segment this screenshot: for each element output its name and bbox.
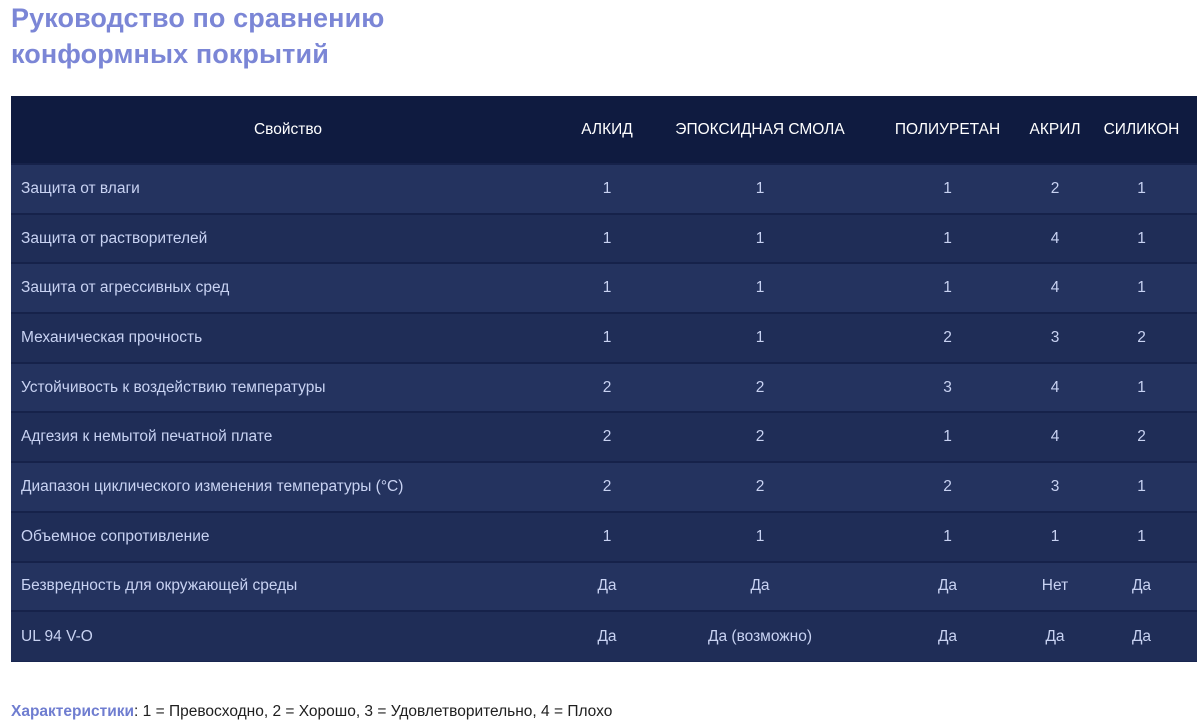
cell-silicone: 1 xyxy=(1137,527,1146,545)
cell-silicone: 1 xyxy=(1137,229,1146,247)
cell-acrylic: 2 xyxy=(1050,179,1060,197)
cell-alkyd: 2 xyxy=(602,428,612,446)
row-property: Механическая прочность xyxy=(21,328,203,346)
table-row: Защита от растворителей 1 1 1 4 1 xyxy=(11,213,1197,264)
legend-text: : 1 = Превосходно, 2 = Хорошо, 3 = Удовл… xyxy=(134,703,613,720)
table-row: Адгезия к немытой печатной плате 2 2 1 4… xyxy=(11,412,1197,463)
cell-silicone: 1 xyxy=(1137,378,1146,396)
row-property: Безвредность для окружающей среды xyxy=(21,577,298,595)
table-body: Защита от влаги 1 1 1 2 1 Защита от раст… xyxy=(11,164,1197,661)
cell-silicone: 1 xyxy=(1137,179,1146,197)
cell-alkyd: 1 xyxy=(602,279,612,297)
row-property: Устойчивость к воздействию температуры xyxy=(21,378,326,396)
cell-polyurethane: 1 xyxy=(943,428,952,446)
cell-acrylic: Нет xyxy=(1041,577,1069,595)
cell-polyurethane: 1 xyxy=(943,229,952,247)
table-row: Защита от агрессивных сред 1 1 1 4 1 xyxy=(11,263,1197,314)
cell-polyurethane: Да xyxy=(937,627,958,645)
table-header: Свойство АЛКИД ЭПОКСИДНАЯ СМОЛА ПОЛИУРЕТ… xyxy=(11,96,1197,164)
cell-epoxy: 1 xyxy=(755,229,765,247)
table-row: Защита от влаги 1 1 1 2 1 xyxy=(11,164,1197,214)
cell-epoxy: 1 xyxy=(755,328,765,346)
cell-epoxy: 1 xyxy=(755,279,765,297)
cell-alkyd: 2 xyxy=(602,477,612,495)
cell-epoxy: 2 xyxy=(755,477,765,495)
cell-polyurethane: 1 xyxy=(943,527,952,545)
page-title-line-1: Руководство по сравнению xyxy=(11,3,385,33)
table-row: Диапазон циклического изменения температ… xyxy=(11,462,1197,512)
comparison-table-container: Свойство АЛКИД ЭПОКСИДНАЯ СМОЛА ПОЛИУРЕТ… xyxy=(11,96,1197,662)
page-title-line-2: конформных покрытий xyxy=(11,39,329,69)
table-row: Объемное сопротивление 1 1 1 1 1 xyxy=(11,511,1197,562)
cell-acrylic: 4 xyxy=(1050,378,1060,396)
cell-acrylic: 4 xyxy=(1050,428,1060,446)
row-property: UL 94 V-O xyxy=(21,627,93,645)
row-property: Защита от влаги xyxy=(21,179,140,197)
cell-silicone: 2 xyxy=(1137,328,1146,346)
cell-polyurethane: 2 xyxy=(943,328,952,346)
table-header-row: Свойство АЛКИД ЭПОКСИДНАЯ СМОЛА ПОЛИУРЕТ… xyxy=(11,96,1197,164)
legend-label: Характеристики xyxy=(11,703,135,720)
header-polyurethane: ПОЛИУРЕТАН xyxy=(894,120,1001,138)
cell-alkyd: 2 xyxy=(602,378,612,396)
cell-acrylic: 4 xyxy=(1050,229,1060,247)
cell-acrylic: 4 xyxy=(1050,279,1060,297)
comparison-table: Свойство АЛКИД ЭПОКСИДНАЯ СМОЛА ПОЛИУРЕТ… xyxy=(11,96,1197,661)
cell-silicone: Да xyxy=(1131,577,1152,595)
table-row: UL 94 V-O Да Да (возможно) Да Да Да xyxy=(11,611,1197,661)
cell-acrylic: Да xyxy=(1045,627,1065,645)
cell-polyurethane: 1 xyxy=(943,179,952,197)
cell-alkyd: Да xyxy=(597,627,617,645)
cell-alkyd: 1 xyxy=(602,229,612,247)
cell-epoxy: Да xyxy=(750,577,770,595)
header-acrylic: АКРИЛ xyxy=(1029,120,1081,138)
cell-epoxy: 2 xyxy=(755,378,765,396)
header-silicone: СИЛИКОН xyxy=(1103,120,1180,138)
cell-alkyd: 1 xyxy=(602,179,612,197)
cell-acrylic: 3 xyxy=(1050,328,1060,346)
cell-alkyd: Да xyxy=(597,577,617,595)
cell-silicone: 2 xyxy=(1137,428,1146,446)
row-property: Защита от агрессивных сред xyxy=(21,279,230,297)
cell-alkyd: 1 xyxy=(602,328,612,346)
row-property: Защита от растворителей xyxy=(21,229,208,247)
cell-acrylic: 1 xyxy=(1050,527,1060,545)
row-property: Диапазон циклического изменения температ… xyxy=(21,477,404,495)
cell-epoxy: 1 xyxy=(755,179,765,197)
cell-polyurethane: Да xyxy=(937,577,958,595)
row-property: Объемное сопротивление xyxy=(21,527,210,545)
cell-polyurethane: 3 xyxy=(943,378,952,396)
table-row: Механическая прочность 1 1 2 3 2 xyxy=(11,313,1197,363)
row-property: Адгезия к немытой печатной плате xyxy=(21,428,273,446)
cell-silicone: Да xyxy=(1131,627,1152,645)
table-row: Безвредность для окружающей среды Да Да … xyxy=(11,561,1197,612)
table-row: Устойчивость к воздействию температуры 2… xyxy=(11,362,1197,413)
cell-epoxy: 2 xyxy=(755,428,765,446)
header-alkyd: АЛКИД xyxy=(581,120,633,138)
cell-polyurethane: 2 xyxy=(943,477,952,495)
page-title: Руководство по сравнению конформных покр… xyxy=(11,0,711,72)
cell-silicone: 1 xyxy=(1137,279,1146,297)
cell-alkyd: 1 xyxy=(602,527,612,545)
header-epoxy: ЭПОКСИДНАЯ СМОЛА xyxy=(675,120,845,138)
cell-epoxy: Да (возможно) xyxy=(707,627,812,645)
cell-polyurethane: 1 xyxy=(943,279,952,297)
rating-legend: Характеристики: 1 = Превосходно, 2 = Хор… xyxy=(11,702,612,722)
cell-acrylic: 3 xyxy=(1050,477,1060,495)
cell-silicone: 1 xyxy=(1137,477,1146,495)
header-property: Свойство xyxy=(253,120,323,138)
cell-epoxy: 1 xyxy=(755,527,765,545)
